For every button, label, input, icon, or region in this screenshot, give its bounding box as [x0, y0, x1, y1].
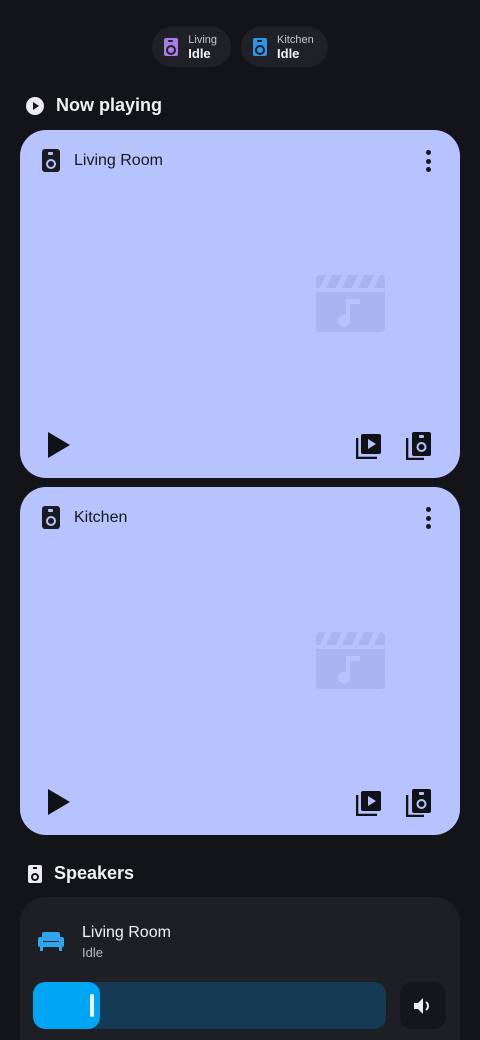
room-chips: Living Idle Kitchen Idle: [0, 27, 480, 67]
play-icon[interactable]: [48, 432, 70, 458]
more-options-icon[interactable]: [421, 507, 435, 529]
speakers-header: Speakers: [26, 863, 134, 884]
room-chip-status: Idle: [188, 46, 211, 61]
player-name: Living Room: [74, 152, 163, 169]
speaker-group-icon[interactable]: [406, 432, 432, 460]
volume-icon: [414, 997, 429, 1014]
speaker-status: Idle: [82, 945, 103, 960]
now-playing-header: Now playing: [26, 95, 162, 116]
room-chip-kitchen[interactable]: Kitchen Idle: [241, 27, 328, 67]
speaker-icon: [42, 506, 60, 529]
room-chip-living[interactable]: Living Idle: [152, 27, 232, 67]
room-chip-text: Living Idle: [188, 34, 217, 60]
queue-icon[interactable]: [356, 790, 382, 816]
play-icon[interactable]: [48, 789, 70, 815]
section-title: Speakers: [54, 863, 135, 883]
play-circle-icon: [26, 96, 44, 115]
room-chip-text: Kitchen Idle: [277, 34, 314, 60]
player-card-living-room[interactable]: Living Room: [20, 130, 460, 478]
more-options-icon[interactable]: [421, 150, 435, 172]
player-card-kitchen[interactable]: Kitchen: [20, 487, 460, 835]
music-video-icon: [316, 275, 385, 332]
speaker-icon: [42, 149, 60, 172]
speaker-group-icon[interactable]: [406, 789, 432, 817]
sofa-icon: [38, 932, 64, 951]
volume-slider[interactable]: [33, 982, 386, 1029]
music-video-icon: [316, 632, 385, 689]
speaker-icon: [28, 864, 42, 883]
speaker-icon: [164, 38, 179, 56]
speaker-name: Living Room: [82, 924, 171, 941]
player-name: Kitchen: [74, 509, 128, 526]
speaker-icon: [253, 38, 268, 56]
section-title: Now playing: [56, 95, 163, 115]
volume-button[interactable]: [400, 982, 446, 1029]
volume-handle[interactable]: [90, 994, 94, 1017]
room-chip-status: Idle: [277, 46, 300, 61]
queue-icon[interactable]: [356, 433, 382, 459]
speaker-card-living-room[interactable]: Living Room Idle: [20, 897, 460, 1040]
